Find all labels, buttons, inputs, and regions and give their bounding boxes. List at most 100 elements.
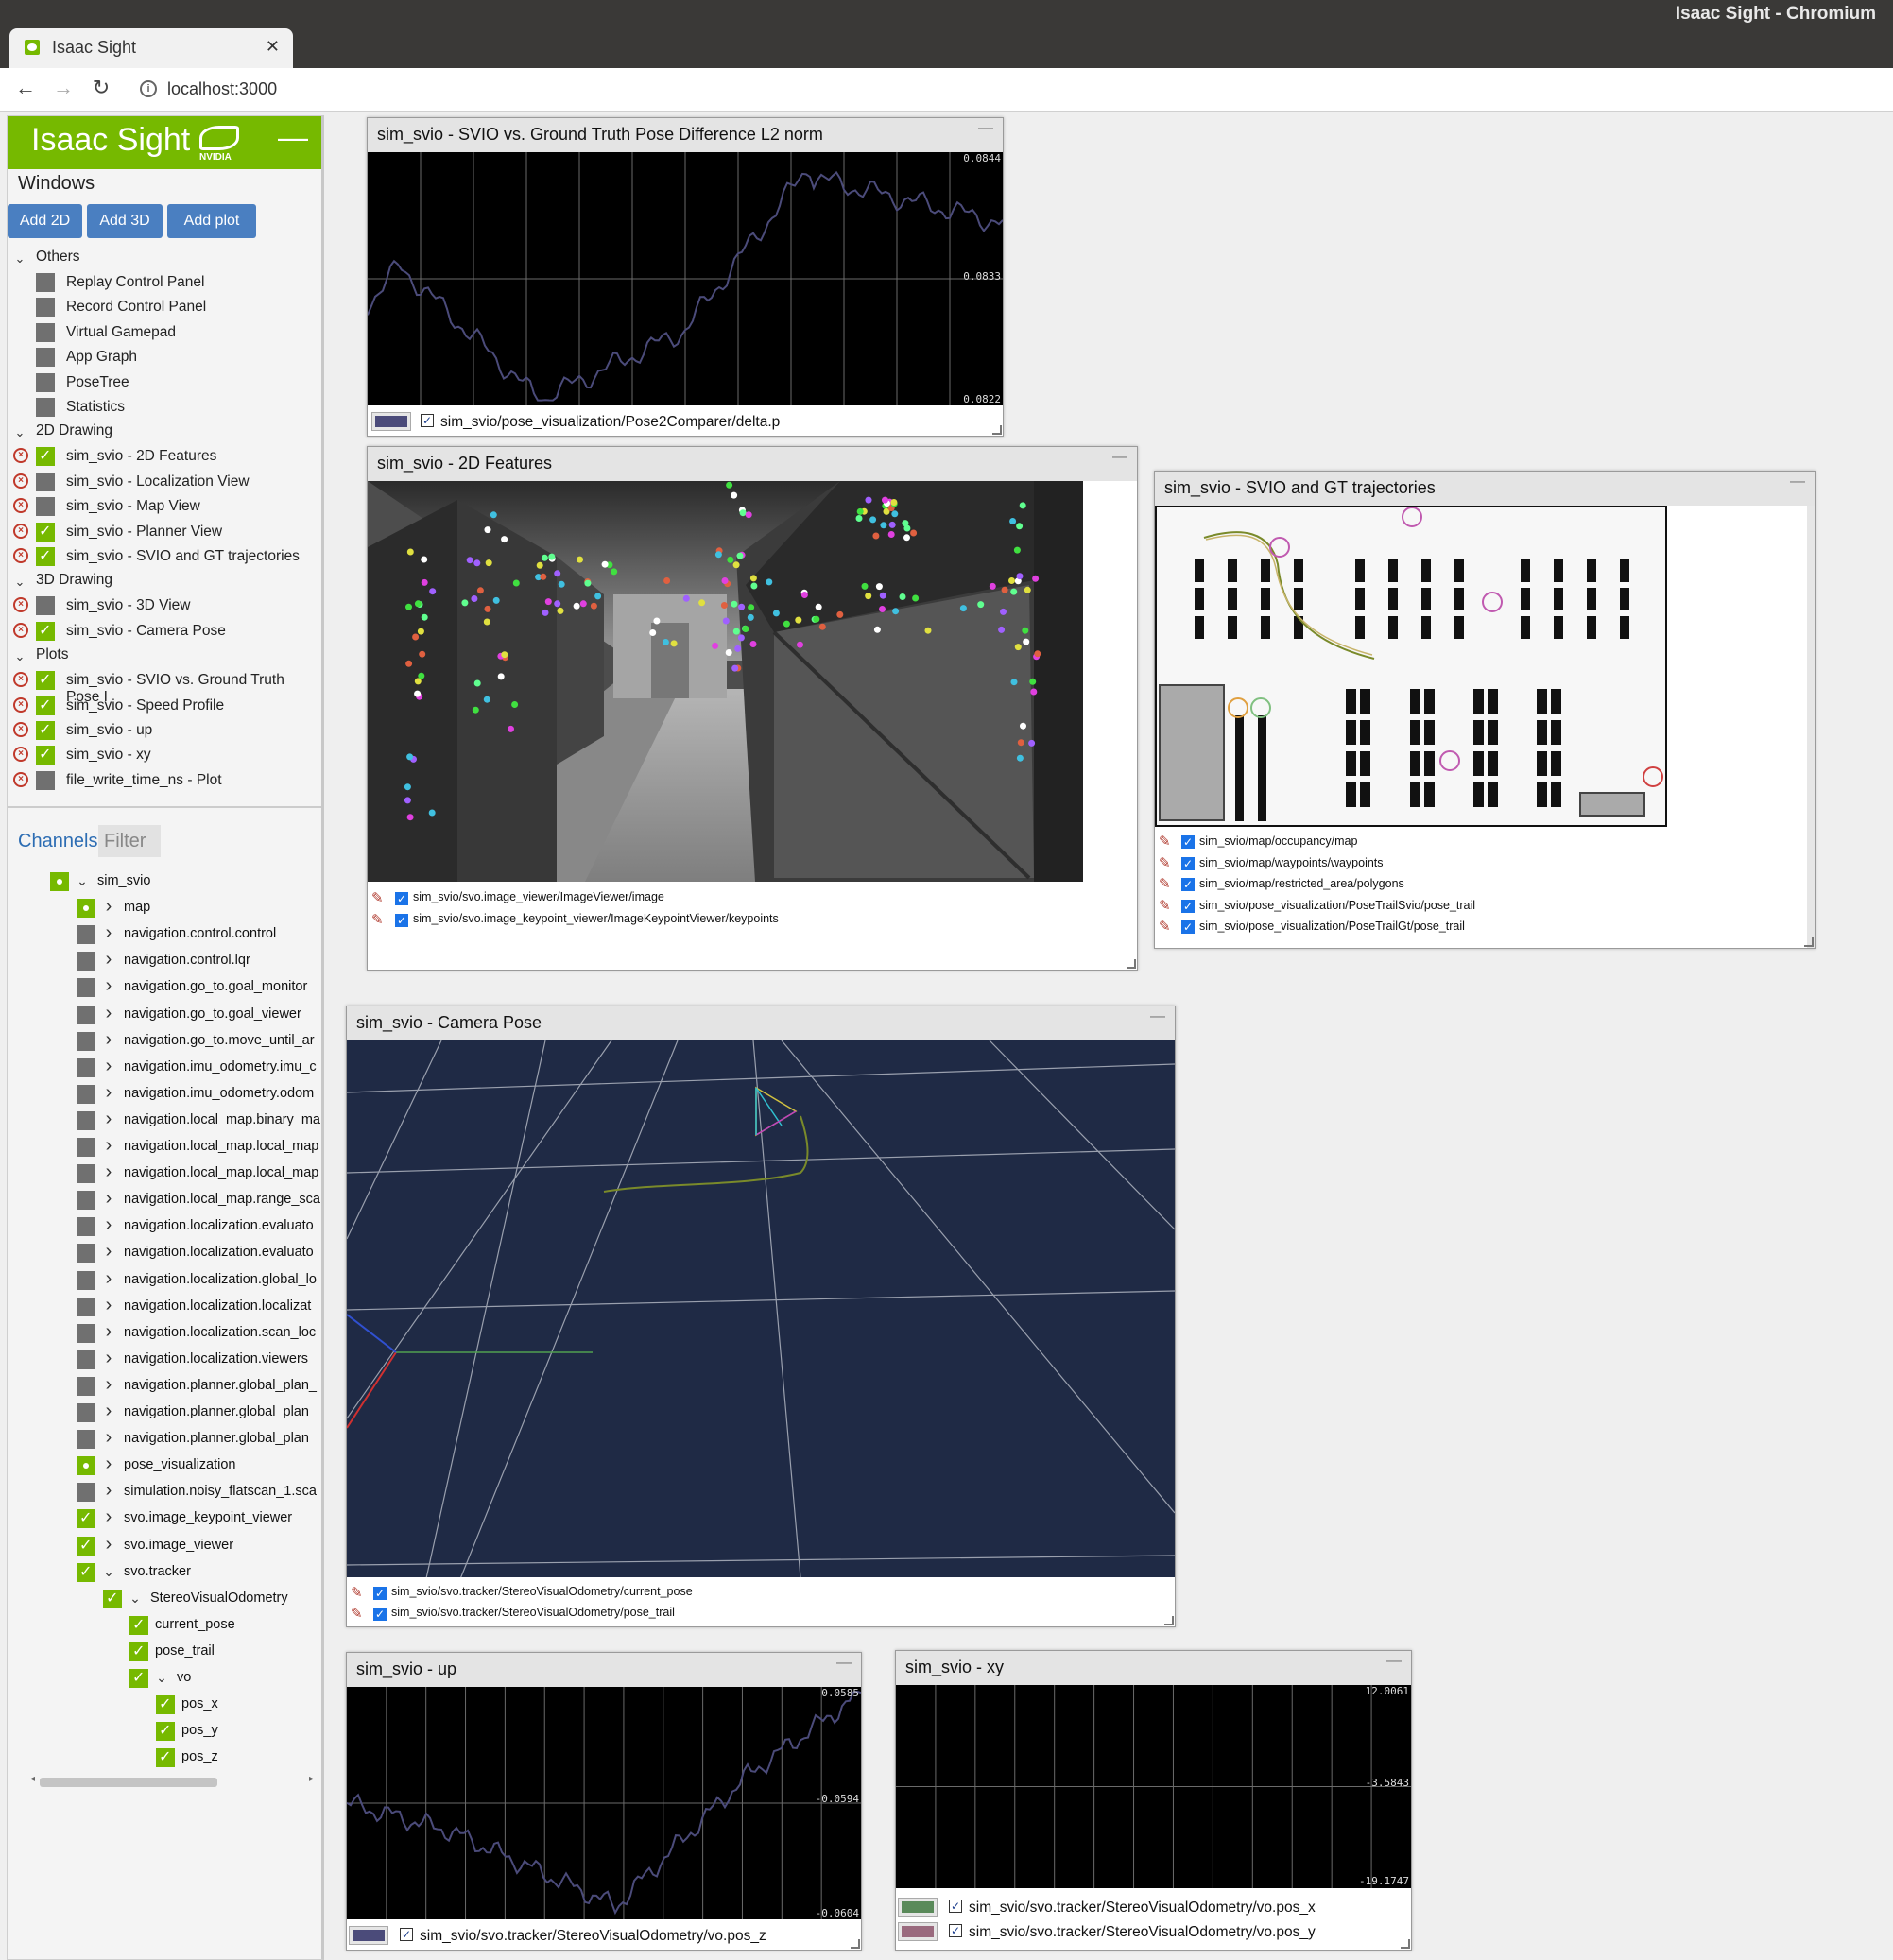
occupancy-map-view[interactable] (1155, 506, 1667, 827)
channel-label[interactable]: pose_trail (155, 1643, 215, 1659)
chevron-right-icon[interactable]: › (102, 1321, 115, 1343)
chevron-down-icon[interactable]: ⌄ (13, 575, 26, 590)
window-visibility-checkbox[interactable] (36, 348, 55, 368)
resize-handle[interactable] (992, 425, 1002, 435)
scroll-right-icon[interactable]: ▸ (309, 1774, 314, 1784)
channel-checkbox[interactable] (129, 1668, 148, 1688)
add-2d-button[interactable]: Add 2D (8, 204, 82, 238)
window-item-label[interactable]: sim_svio - Planner View (66, 524, 222, 541)
xy-window-title[interactable]: sim_svio - xy (896, 1651, 1411, 1685)
scrollbar-thumb[interactable] (40, 1778, 217, 1787)
channel-checkbox[interactable] (77, 1403, 95, 1422)
remove-window-icon[interactable]: × (13, 771, 28, 787)
series-color-swatch[interactable] (898, 1922, 938, 1941)
chevron-right-icon[interactable]: › (102, 1135, 115, 1157)
channel-checkbox[interactable] (103, 1589, 122, 1608)
window-visibility-checkbox[interactable] (36, 546, 55, 566)
remove-window-icon[interactable]: × (13, 448, 28, 464)
chevron-right-icon[interactable]: › (102, 949, 115, 971)
channel-checkbox[interactable] (77, 1508, 95, 1529)
chevron-down-icon[interactable]: ⌄ (13, 649, 26, 664)
window-item-label[interactable]: Statistics (66, 399, 125, 416)
channel-filter-input[interactable]: Filter (98, 825, 161, 857)
window-visibility-checkbox[interactable] (36, 522, 55, 542)
trajectories-window[interactable]: sim_svio - SVIO and GT trajectories — ✎ ✓… (1154, 471, 1816, 949)
chevron-right-icon[interactable]: › (102, 1374, 115, 1396)
edit-pencil-icon[interactable]: ✎ (371, 889, 388, 906)
channel-label[interactable]: svo.tracker (124, 1564, 191, 1579)
channel-label[interactable]: navigation.go_to.goal_viewer (124, 1006, 301, 1022)
window-visibility-checkbox[interactable] (36, 398, 55, 417)
edit-pencil-icon[interactable]: ✎ (351, 1584, 368, 1601)
channel-checkbox[interactable] (77, 952, 95, 971)
camera-pose-window-title[interactable]: sim_svio - Camera Pose (347, 1006, 1175, 1040)
channel-label[interactable]: navigation.go_to.goal_monitor (124, 979, 307, 994)
add-3d-button[interactable]: Add 3D (87, 204, 163, 238)
channel-checkbox[interactable] (129, 1642, 148, 1661)
channel-label[interactable]: pos_x (181, 1696, 218, 1711)
channel-checkbox[interactable] (77, 1244, 95, 1264)
browser-tab[interactable]: Isaac Sight ✕ (9, 28, 293, 68)
chevron-right-icon[interactable]: › (102, 1082, 115, 1104)
site-info-icon[interactable]: i (140, 80, 157, 97)
chevron-down-icon[interactable]: ⌄ (13, 251, 26, 266)
chevron-right-icon[interactable]: › (102, 1161, 115, 1183)
chevron-right-icon[interactable]: › (102, 1534, 115, 1556)
channel-label[interactable]: navigation.planner.global_plan_ (124, 1378, 317, 1393)
window-item-label[interactable]: Virtual Gamepad (66, 324, 176, 341)
remove-window-icon[interactable]: × (13, 696, 28, 713)
channel-checkbox[interactable] (77, 1350, 95, 1369)
forward-icon[interactable]: → (49, 76, 77, 100)
resize-handle[interactable] (1401, 1939, 1410, 1949)
xy-plot[interactable]: 12.0061 -3.5843 -19.1747 (896, 1685, 1411, 1888)
window-item-label[interactable]: file_write_time_ns - Plot (66, 772, 222, 789)
chevron-right-icon[interactable]: › (102, 1401, 115, 1422)
channel-checkbox[interactable] (77, 1483, 95, 1503)
chevron-right-icon[interactable]: › (102, 1056, 115, 1077)
window-visibility-checkbox[interactable] (36, 696, 55, 715)
series-checkbox[interactable]: ✓ (949, 1900, 962, 1913)
window-item-label[interactable]: Record Control Panel (66, 299, 206, 316)
channel-label[interactable]: simulation.noisy_flatscan_1.sca (124, 1484, 317, 1499)
layer-checkbox[interactable]: ✓ (395, 892, 408, 905)
chevron-right-icon[interactable]: › (102, 1029, 115, 1051)
channel-checkbox[interactable] (77, 1536, 95, 1556)
close-tab-icon[interactable]: ✕ (266, 37, 280, 57)
layer-checkbox[interactable]: ✓ (373, 1608, 387, 1621)
channel-label[interactable]: navigation.local_map.local_map (124, 1139, 318, 1154)
channels-horizontal-scrollbar[interactable]: ◂ ▸ (30, 1774, 314, 1789)
chevron-down-icon[interactable]: ⌄ (76, 873, 89, 889)
pose-diff-plot-window[interactable]: sim_svio - SVIO vs. Ground Truth Pose Di… (367, 117, 1004, 437)
up-plot-window[interactable]: sim_svio - up — 0.0585 -0.0594 -0.0604 ✓… (346, 1652, 862, 1951)
remove-window-icon[interactable]: × (13, 498, 28, 514)
window-visibility-checkbox[interactable] (36, 446, 55, 467)
pose-diff-window-title[interactable]: sim_svio - SVIO vs. Ground Truth Pose Di… (368, 118, 1003, 152)
chevron-right-icon[interactable]: › (102, 1268, 115, 1290)
3d-scene-view[interactable] (347, 1040, 1175, 1577)
camera-pose-window[interactable]: sim_svio - Camera Pose — ✎ ✓ sim_svio/sv… (346, 1006, 1176, 1627)
features-window-title[interactable]: sim_svio - 2D Features (368, 447, 1137, 481)
resize-handle[interactable] (1127, 959, 1136, 969)
chevron-right-icon[interactable]: › (102, 922, 115, 944)
minimize-sidebar-button[interactable]: — (278, 120, 308, 155)
window-item-label[interactable]: PoseTree (66, 374, 129, 391)
channel-checkbox[interactable] (77, 1562, 95, 1582)
remove-window-icon[interactable]: × (13, 523, 28, 539)
chevron-right-icon[interactable]: › (102, 1480, 115, 1502)
layer-checkbox[interactable]: ✓ (1181, 878, 1195, 891)
channel-label[interactable]: sim_svio (97, 873, 150, 888)
channel-label[interactable]: navigation.local_map.range_sca (124, 1192, 320, 1207)
window-scrollbar[interactable] (1807, 506, 1815, 948)
remove-window-icon[interactable]: × (13, 548, 28, 563)
edit-pencil-icon[interactable]: ✎ (1159, 833, 1176, 850)
features-2d-window[interactable]: sim_svio - 2D Features — ✎ ✓ sim_svio/sv… (367, 446, 1138, 971)
window-visibility-checkbox[interactable] (36, 472, 55, 491)
chevron-down-icon[interactable]: ⌄ (13, 425, 26, 440)
edit-pencil-icon[interactable]: ✎ (371, 911, 388, 928)
window-item-label[interactable]: sim_svio - SVIO and GT trajectories (66, 548, 300, 565)
channel-label[interactable]: navigation.planner.global_plan_ (124, 1404, 317, 1419)
channel-checkbox[interactable] (77, 1005, 95, 1024)
up-plot[interactable]: 0.0585 -0.0594 -0.0604 (347, 1687, 861, 1919)
minimize-window-button[interactable]: — (1386, 1653, 1402, 1670)
window-group-label[interactable]: Plots (36, 646, 68, 663)
